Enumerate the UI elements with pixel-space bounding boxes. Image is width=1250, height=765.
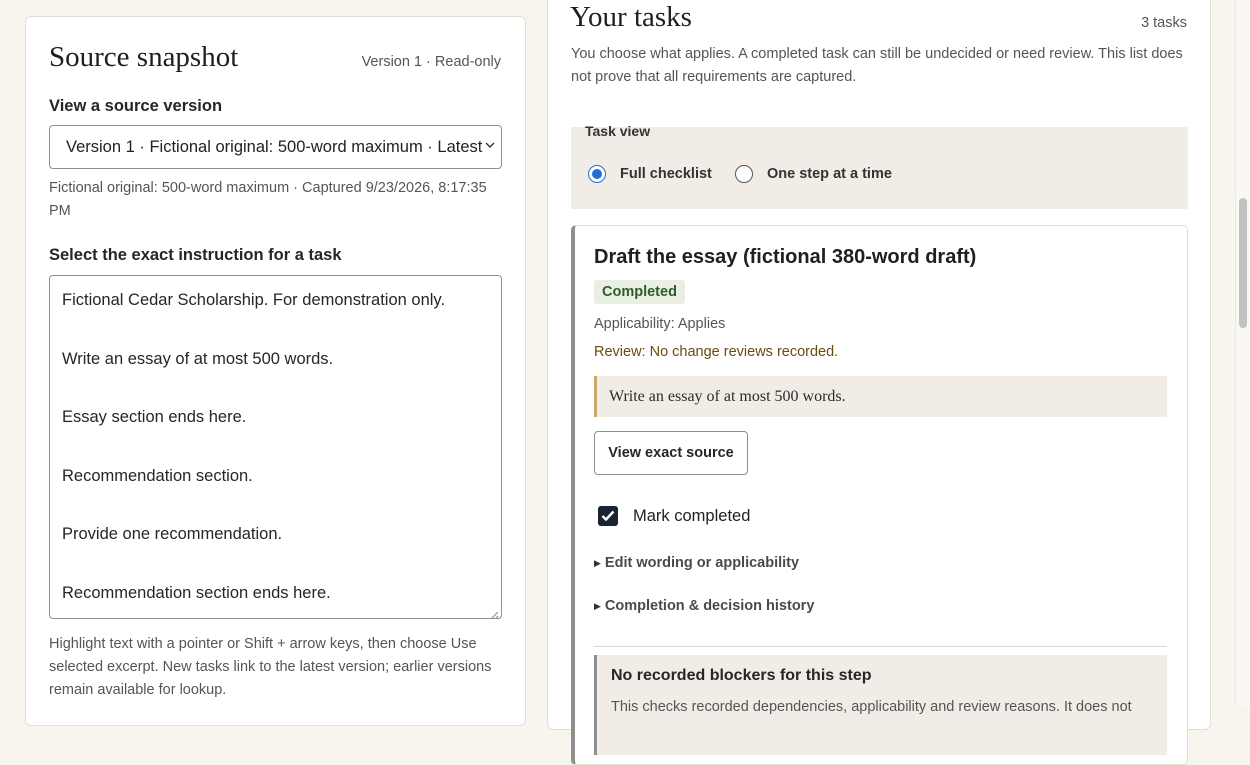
tasks-panel: Your tasks 3 tasks You choose what appli… bbox=[547, 0, 1211, 765]
radio-full-checklist[interactable]: Full checklist bbox=[588, 165, 712, 183]
view-exact-source-button[interactable]: View exact source bbox=[594, 431, 748, 475]
instruction-select-label: Select the exact instruction for a task bbox=[49, 246, 342, 264]
tasks-intro: You choose what applies. A completed tas… bbox=[571, 46, 1183, 85]
selection-help-text: Highlight text with a pointer or Shift +… bbox=[49, 636, 492, 698]
source-line: Recommendation section. bbox=[62, 466, 253, 485]
scrollbar-thumb[interactable] bbox=[1239, 198, 1247, 328]
history-disclosure[interactable]: ▶ Completion & decision history bbox=[594, 598, 814, 614]
status-badge: Completed bbox=[594, 280, 685, 304]
disclosure-label: Edit wording or applicability bbox=[604, 555, 800, 571]
capture-info: Fictional original: 500-word maximum · C… bbox=[49, 180, 487, 219]
task-view-fieldset: Task view Full checklist One step at a t… bbox=[571, 123, 1188, 209]
source-line: Write an essay of at most 500 words. bbox=[62, 349, 334, 368]
source-snapshot-panel: Source snapshot Version 1 · Read-only Vi… bbox=[25, 16, 526, 726]
disclosure-label: Completion & decision history bbox=[604, 598, 815, 614]
mark-completed-label: Mark completed bbox=[633, 506, 751, 525]
version-meta: Version 1 · Read-only bbox=[361, 54, 501, 70]
source-text-area[interactable]: Fictional Cedar Scholarship. For demonst… bbox=[49, 275, 502, 619]
applicability-text: Applicability: Applies bbox=[594, 316, 726, 332]
version-select-label: View a source version bbox=[49, 97, 223, 115]
chevron-down-icon bbox=[485, 140, 495, 152]
tasks-title: Your tasks bbox=[570, 1, 692, 33]
source-line: Recommendation section ends here. bbox=[62, 583, 331, 602]
source-snapshot-title: Source snapshot bbox=[49, 41, 239, 73]
source-line: Provide one recommendation. bbox=[62, 525, 283, 543]
edit-wording-disclosure[interactable]: ▶ Edit wording or applicability bbox=[594, 555, 799, 571]
task-count: 3 tasks bbox=[1141, 15, 1187, 31]
source-line: Fictional Cedar Scholarship. For demonst… bbox=[62, 291, 446, 309]
radio-checked-icon[interactable] bbox=[588, 165, 606, 183]
mark-completed-checkbox[interactable]: Mark completed bbox=[598, 506, 750, 526]
task-view-legend: Task view bbox=[585, 123, 651, 139]
triangle-right-icon: ▶ bbox=[594, 557, 601, 568]
version-select[interactable]: Version 1 · Fictional original: 500-word… bbox=[49, 125, 502, 169]
radio-label: One step at a time bbox=[767, 166, 892, 182]
triangle-right-icon: ▶ bbox=[594, 600, 601, 611]
radio-one-step[interactable]: One step at a time bbox=[735, 165, 892, 183]
radio-label: Full checklist bbox=[620, 166, 712, 182]
review-status-text: Review: No change reviews recorded. bbox=[594, 344, 839, 360]
resize-handle-icon[interactable] bbox=[489, 606, 499, 618]
divider bbox=[594, 646, 1167, 647]
blockers-title: No recorded blockers for this step bbox=[611, 667, 872, 684]
checkbox-checked-icon[interactable] bbox=[598, 506, 618, 526]
page-scrollbar[interactable] bbox=[1235, 0, 1250, 706]
task-title: Draft the essay (fictional 380-word draf… bbox=[594, 246, 977, 268]
blockers-notice: No recorded blockers for this step This … bbox=[594, 655, 1167, 755]
task-card: Draft the essay (fictional 380-word draf… bbox=[571, 225, 1188, 765]
version-select-value: Version 1 · Fictional original: 500-word… bbox=[66, 137, 483, 156]
blockers-body: This checks recorded dependencies, appli… bbox=[611, 699, 1132, 715]
radio-unchecked-icon[interactable] bbox=[735, 165, 753, 183]
source-quote: Write an essay of at most 500 words. bbox=[594, 376, 1167, 417]
source-line: Essay section ends here. bbox=[62, 408, 247, 426]
